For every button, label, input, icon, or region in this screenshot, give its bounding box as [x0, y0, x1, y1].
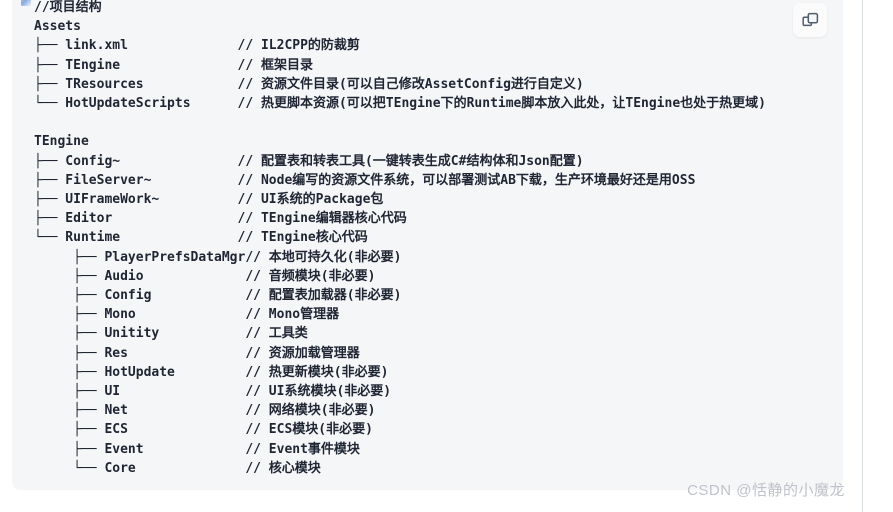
code-line: ├── Audio // 音频模块(非必要)	[34, 268, 376, 284]
article-page: //项目结构 Assets ├── link.xml // IL2CPP的防裁剪 ├─…	[0, 0, 893, 512]
code-line: ├── TResources // 资源文件目录(可以自己修改AssetConf…	[34, 76, 584, 92]
code-line: └── Runtime // TEngine核心代码	[34, 230, 368, 246]
code-line: ├── Res // 资源加载管理器	[34, 345, 360, 361]
code-line: ├── Config // 配置表加载器(非必要)	[34, 288, 402, 304]
code-line: ├── Unitity // 工具类	[34, 326, 308, 342]
code-line: ├── HotUpdate // 热更新模块(非必要)	[34, 364, 389, 380]
code-line: ├── Mono // Mono管理器	[34, 307, 340, 323]
code-line: ├── ECS // ECS模块(非必要)	[34, 422, 373, 438]
article-column-divider	[862, 0, 863, 512]
code-line: └── HotUpdateScripts // 热更脚本资源(可以把TEngin…	[34, 96, 766, 112]
code-line: ├── UI // UI系统模块(非必要)	[34, 384, 392, 400]
code-line: ├── PlayerPrefsDataMgr// 本地可持久化(非必要)	[34, 249, 402, 265]
code-line: └── Core // 核心模块	[34, 460, 321, 476]
code-line: ├── Config~ // 配置表和转表工具(一键转表生成C#结构体和Json…	[34, 153, 584, 169]
code-block-card: //项目结构 Assets ├── link.xml // IL2CPP的防裁剪 ├─…	[12, 0, 843, 490]
code-line: ├── Editor // TEngine编辑器核心代码	[34, 211, 407, 227]
code-line: TEngine	[34, 134, 89, 150]
code-line: ├── FileServer~ // Node编写的资源文件系统，可以部署测试A…	[34, 172, 696, 188]
code-line: //项目结构	[34, 0, 102, 15]
code-line: ├── TEngine // 框架目录	[34, 57, 313, 73]
code-line: ├── Net // 网络模块(非必要)	[34, 403, 376, 419]
code-content: //项目结构 Assets ├── link.xml // IL2CPP的防裁剪 ├─…	[12, 0, 843, 478]
copy-code-button[interactable]	[793, 3, 827, 37]
code-line: ├── Event // Event事件模块	[34, 441, 360, 457]
copy-icon	[801, 12, 819, 29]
code-scroll-area[interactable]: //项目结构 Assets ├── link.xml // IL2CPP的防裁剪 ├─…	[12, 0, 843, 490]
code-line: ├── UIFrameWork~ // UI系统的Package包	[34, 192, 384, 208]
code-line: Assets	[34, 19, 81, 35]
code-line: ├── link.xml // IL2CPP的防裁剪	[34, 38, 360, 54]
csdn-watermark: CSDN @恬静的小魔龙	[687, 482, 845, 499]
